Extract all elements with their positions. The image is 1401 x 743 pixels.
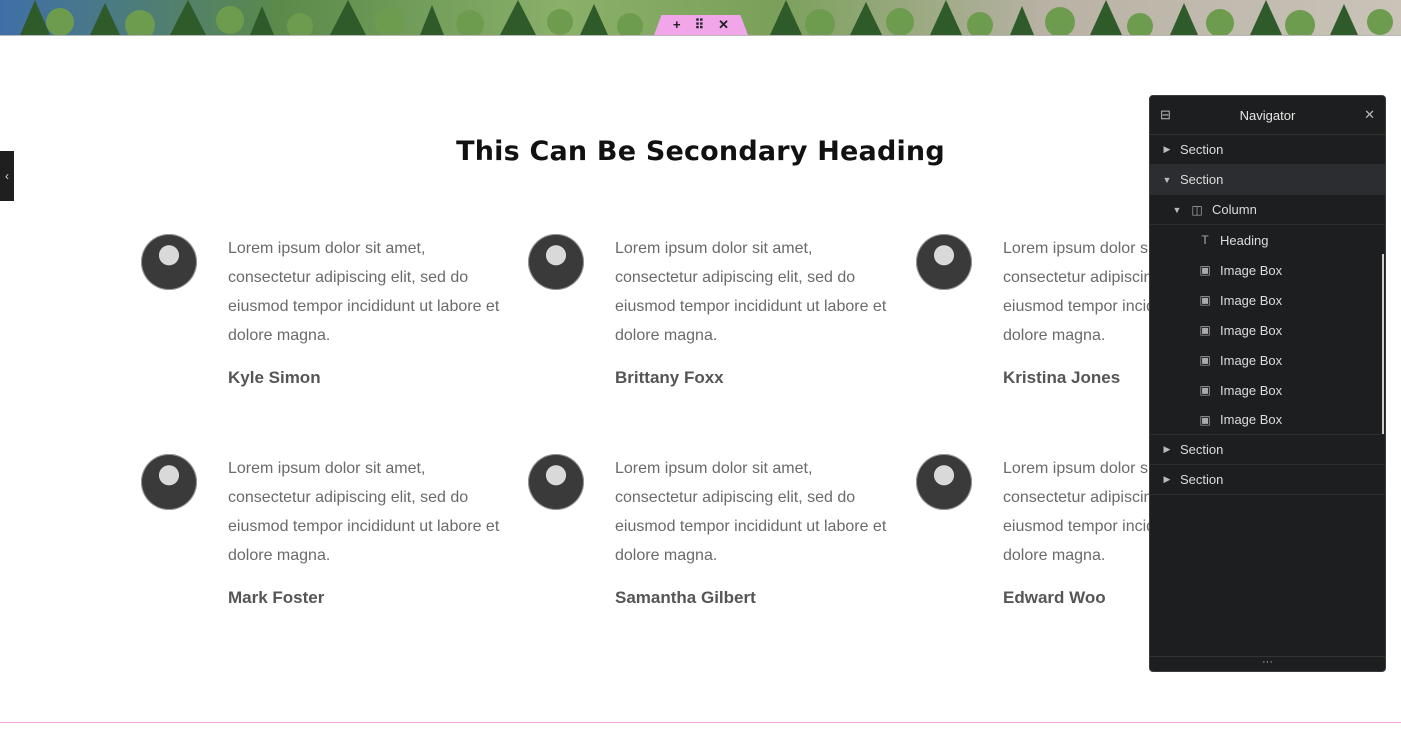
close-icon[interactable]: ✕: [1364, 107, 1375, 123]
nav-item-section[interactable]: ▶ Section: [1150, 465, 1385, 495]
nav-item-label: Image Box: [1220, 262, 1283, 278]
navigator-header[interactable]: ⊟ Navigator ✕: [1150, 96, 1385, 135]
nav-item-label: Image Box: [1220, 292, 1283, 308]
nav-item-label: Section: [1180, 472, 1224, 487]
heading-icon: T: [1201, 233, 1209, 247]
caret-down-icon[interactable]: ▼: [1172, 205, 1182, 215]
avatar: [916, 234, 972, 290]
card-name: Samantha Gilbert: [615, 588, 756, 607]
nav-item-image-box[interactable]: ▣ Image Box: [1150, 315, 1385, 345]
caret-right-icon[interactable]: ▶: [1162, 144, 1172, 155]
nav-item-label: Image Box: [1220, 322, 1283, 338]
nav-item-image-box[interactable]: ▣ Image Box: [1150, 405, 1385, 435]
column-icon: ◫: [1191, 202, 1203, 217]
nav-item-label: Section: [1180, 142, 1224, 157]
navigator-panel[interactable]: ⊟ Navigator ✕ ▶ Section ▼ Section ▼ ◫ Co…: [1149, 95, 1386, 672]
card-text: Lorem ipsum dolor sit amet, consectetur …: [615, 240, 887, 344]
nav-item-section[interactable]: ▼ Section: [1150, 165, 1385, 195]
image-box-icon: ▣: [1199, 323, 1211, 337]
caret-down-icon[interactable]: ▼: [1162, 175, 1172, 185]
card-name: Kyle Simon: [228, 368, 321, 387]
section-handle[interactable]: + ⠿ ✕: [654, 15, 748, 35]
nav-item-heading[interactable]: T Heading: [1150, 225, 1385, 255]
avatar: [141, 234, 197, 290]
nav-item-column[interactable]: ▼ ◫ Column: [1150, 195, 1385, 225]
nav-item-image-box[interactable]: ▣ Image Box: [1150, 285, 1385, 315]
banner-divider: [0, 35, 1401, 36]
navigator-resize-handle[interactable]: ···: [1150, 656, 1385, 671]
card-text: Lorem ipsum dolor sit amet, consectetur …: [228, 240, 500, 344]
caret-right-icon[interactable]: ▶: [1162, 474, 1172, 485]
nav-item-label: Column: [1212, 202, 1257, 217]
nav-item-image-box[interactable]: ▣ Image Box: [1150, 375, 1385, 405]
avatar: [916, 454, 972, 510]
nav-item-image-box[interactable]: ▣ Image Box: [1150, 345, 1385, 375]
card-name: Brittany Foxx: [615, 368, 724, 387]
navigator-scrollbar[interactable]: [1382, 254, 1384, 434]
navigator-title: Navigator: [1239, 107, 1296, 123]
card-text: Lorem ipsum dolor sit amet, consectetur …: [615, 460, 887, 564]
nav-item-section[interactable]: ▶ Section: [1150, 135, 1385, 165]
collapse-all-icon[interactable]: ⊟: [1160, 107, 1171, 123]
card-text: Lorem ipsum dolor sit amet, consectetur …: [228, 460, 500, 564]
nav-item-label: Image Box: [1220, 352, 1283, 368]
nav-item-label: Section: [1180, 442, 1224, 457]
nav-item-label: Image Box: [1220, 382, 1283, 398]
card-name: Mark Foster: [228, 588, 325, 607]
nav-item-label: Heading: [1220, 232, 1269, 248]
nav-item-image-box[interactable]: ▣ Image Box: [1150, 255, 1385, 285]
nav-item-label: Image Box: [1220, 412, 1283, 427]
avatar: [141, 454, 197, 510]
caret-right-icon[interactable]: ▶: [1162, 444, 1172, 455]
image-box-icon: ▣: [1199, 412, 1211, 427]
drag-handle-icon[interactable]: ⠿: [695, 15, 705, 35]
image-box-icon: ▣: [1199, 293, 1211, 307]
image-box-icon: ▣: [1199, 353, 1211, 367]
nav-item-section[interactable]: ▶ Section: [1150, 435, 1385, 465]
image-box-icon: ▣: [1199, 263, 1211, 277]
add-section-button[interactable]: +: [673, 15, 681, 35]
avatar: [528, 234, 584, 290]
avatar: [528, 454, 584, 510]
chevron-left-icon: ‹: [5, 169, 9, 183]
nav-item-label: Section: [1180, 172, 1224, 187]
card-name: Kristina Jones: [1003, 368, 1121, 387]
delete-section-button[interactable]: ✕: [718, 15, 729, 35]
image-box-icon: ▣: [1199, 383, 1211, 397]
section-boundary-line: [0, 722, 1401, 723]
card-name: Edward Woo: [1003, 588, 1106, 607]
